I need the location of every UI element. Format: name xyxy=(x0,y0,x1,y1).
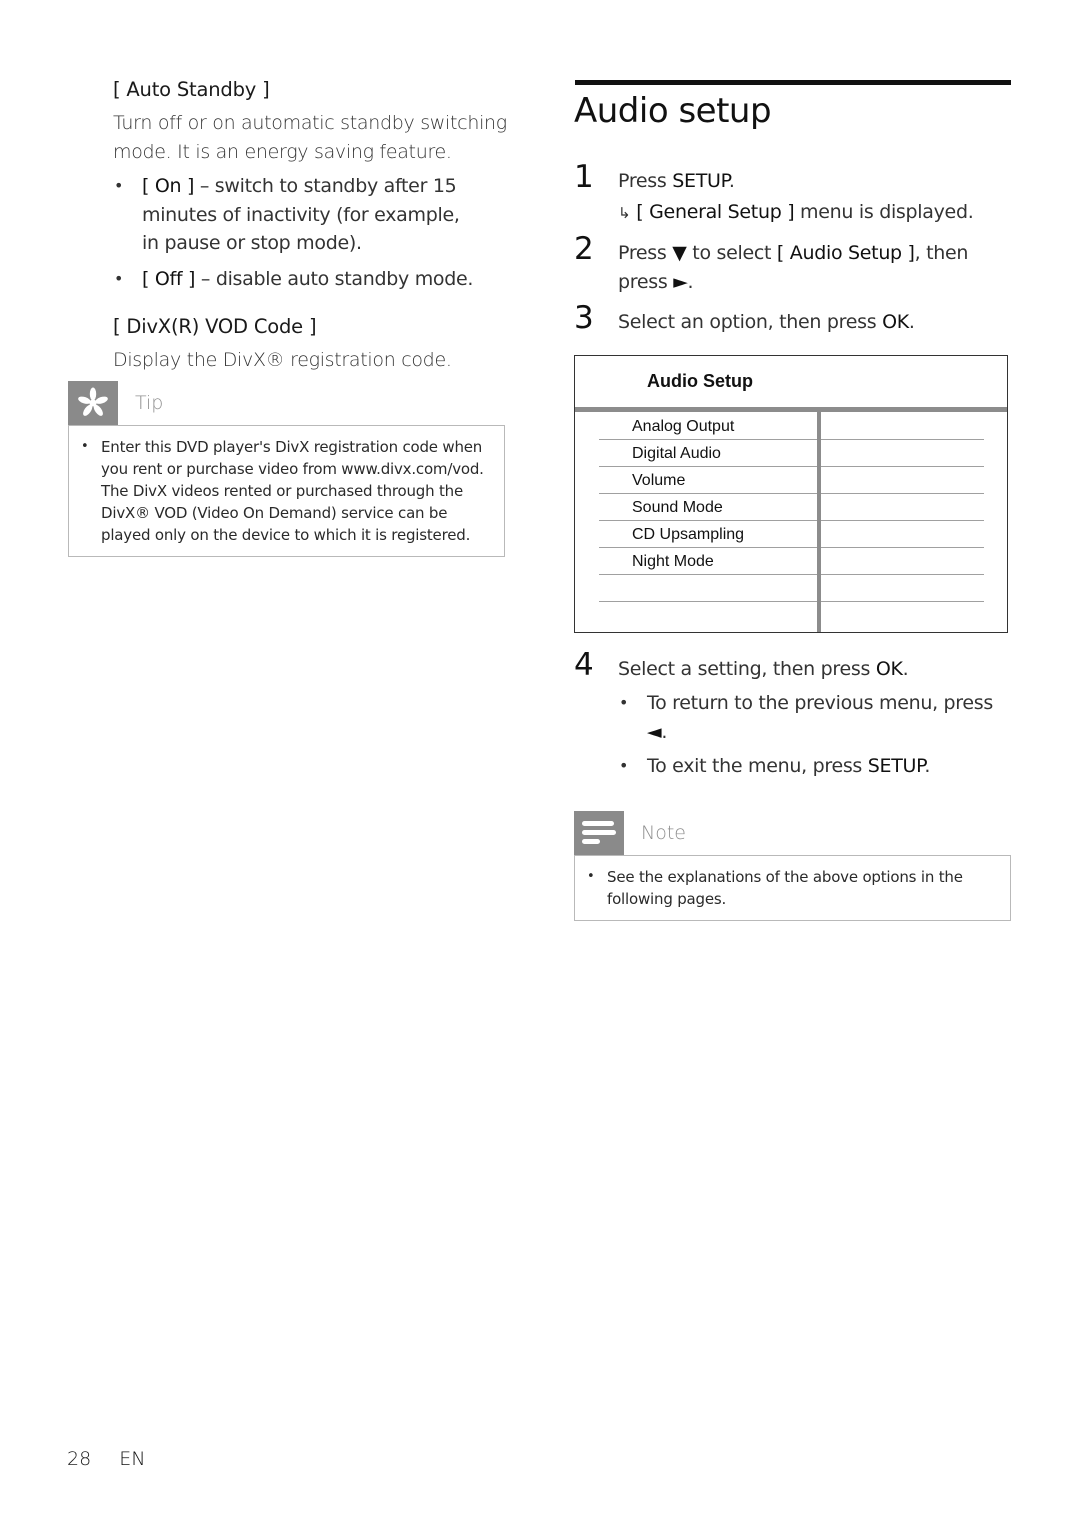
step-1: 1 Press SETUP. ↳ [ General Setup ] menu i… xyxy=(574,162,1012,228)
menu-item-sound-mode[interactable]: Sound Mode xyxy=(599,493,817,521)
option-on: [ On ] – switch to standby after 15 minu… xyxy=(113,172,482,258)
bullet-text: To return to the previous menu, press xyxy=(647,692,993,714)
menu-value-row xyxy=(821,574,984,602)
menu-item-label: Analog Output xyxy=(632,417,735,435)
step-number: 4 xyxy=(574,646,594,683)
step-number: 1 xyxy=(574,159,594,195)
note-callout: Note See the explanations of the above o… xyxy=(574,810,1011,921)
menu-item-label: Volume xyxy=(632,471,686,489)
menu-title: Audio Setup xyxy=(647,370,753,391)
step-number: 2 xyxy=(574,231,594,267)
language-code: EN xyxy=(119,1448,146,1470)
divx-vod-section: [ DivX(R) VOD Code ] Display the DivX® r… xyxy=(68,315,508,375)
auto-standby-options: [ On ] – switch to standby after 15 minu… xyxy=(68,172,508,293)
result-key: [ General Setup ] xyxy=(636,200,795,223)
step-text-end: . xyxy=(687,270,694,293)
step-text: Select an option, then press xyxy=(618,311,883,333)
step-text: Select a setting, then press xyxy=(618,657,876,680)
tip-callout: Tip Enter this DVD player's DivX registr… xyxy=(68,380,505,557)
section-rule xyxy=(575,80,1011,85)
menu-item-label: CD Upsampling xyxy=(632,525,745,543)
menu-value-row xyxy=(821,547,984,575)
exit-instruction: To exit the menu, press SETUP. xyxy=(618,752,1012,781)
menu-value-row xyxy=(821,466,984,494)
option-title-auto-standby: [ Auto Standby ] xyxy=(113,78,270,101)
arrow-left-icon: ◄ xyxy=(647,720,662,743)
menu-item-analog-output[interactable]: Analog Output xyxy=(599,412,817,440)
tip-header: Tip xyxy=(68,380,505,425)
option-description-divx-vod: Display the DivX® registration code. xyxy=(113,349,452,371)
option-key: [ Off ] xyxy=(142,267,196,290)
step-text-end: . xyxy=(908,311,915,333)
menu-item-volume[interactable]: Volume xyxy=(599,466,817,494)
menu-value-row xyxy=(821,520,984,548)
menu-header: Audio Setup xyxy=(575,356,1007,412)
step-number: 3 xyxy=(574,300,594,336)
step-text: Press xyxy=(618,170,673,192)
step-text-end: . xyxy=(728,170,735,192)
bullet-text-end: . xyxy=(661,720,668,743)
menu-item-label: Night Mode xyxy=(632,552,714,570)
bullet-text-end: . xyxy=(924,755,931,777)
page-footer: 28 EN xyxy=(67,1448,173,1470)
tip-item: Enter this DVD player's DivX registratio… xyxy=(79,436,492,546)
option-title-divx-vod: [ DivX(R) VOD Code ] xyxy=(113,315,317,338)
note-header: Note xyxy=(574,810,1011,855)
arrow-down-icon: ▼ xyxy=(672,242,687,264)
menu-value-row xyxy=(821,493,984,521)
note-item: See the explanations of the above option… xyxy=(585,866,967,910)
note-label: Note xyxy=(641,821,686,844)
step-result: ↳ [ General Setup ] menu is displayed. xyxy=(618,198,1012,228)
tip-label: Tip xyxy=(135,391,164,414)
tip-body: Enter this DVD player's DivX registratio… xyxy=(68,424,505,557)
setup-key: SETUP xyxy=(867,755,925,777)
audio-setup-menu: Audio Setup Analog Output Digital Audio … xyxy=(574,354,1008,633)
note-body: See the explanations of the above option… xyxy=(574,854,1011,921)
auto-standby-section: [ Auto Standby ] Turn off or on automati… xyxy=(68,78,508,293)
step-2: 2 Press ▼ to select [ Audio Setup ], the… xyxy=(574,234,998,296)
option-off: [ Off ] – disable auto standby mode. xyxy=(113,265,508,294)
audio-setup-key: [ Audio Setup ] xyxy=(776,242,915,264)
option-description-auto-standby: Turn off or on automatic standby switchi… xyxy=(113,112,507,163)
ok-key: OK xyxy=(882,311,909,333)
result-text: menu is displayed. xyxy=(794,200,974,223)
menu-item-label: Digital Audio xyxy=(632,444,721,462)
bullet-text: To exit the menu, press xyxy=(647,755,868,777)
option-text: – disable auto standby mode. xyxy=(195,267,474,290)
arrow-right-icon: ► xyxy=(673,270,688,293)
setup-key: SETUP xyxy=(672,170,729,192)
step-text-end: . xyxy=(902,657,909,680)
right-column: Audio setup 1 Press SETUP. ↳ [ General Se… xyxy=(574,80,1012,921)
step-4-bullets: To return to the previous menu, press ◄.… xyxy=(618,689,1012,781)
menu-value-row xyxy=(821,412,984,440)
left-column: [ Auto Standby ] Turn off or on automati… xyxy=(68,78,508,557)
menu-item-digital-audio[interactable]: Digital Audio xyxy=(599,439,817,467)
asterisk-icon xyxy=(68,380,118,425)
step-4: 4 Select a setting, then press OK. To re… xyxy=(574,649,1012,781)
menu-item-label: Sound Mode xyxy=(632,498,723,516)
return-instruction: To return to the previous menu, press ◄. xyxy=(618,689,1007,746)
section-title: Audio setup xyxy=(574,91,772,131)
menu-body: Analog Output Digital Audio Volume Sound… xyxy=(575,411,1007,632)
option-key: [ On ] xyxy=(142,175,195,197)
step-text: Press xyxy=(618,242,673,264)
menu-item-empty xyxy=(599,574,817,602)
step-3: 3 Select an option, then press OK. xyxy=(574,303,1012,337)
ok-key: OK xyxy=(875,657,903,680)
page-number: 28 xyxy=(67,1448,92,1470)
menu-item-cd-upsampling[interactable]: CD Upsampling xyxy=(599,520,817,548)
result-arrow-icon: ↳ xyxy=(618,203,631,222)
step-text-mid: to select xyxy=(686,242,777,264)
menu-item-night-mode[interactable]: Night Mode xyxy=(599,547,817,575)
note-lines-icon xyxy=(574,810,624,855)
menu-value-row xyxy=(821,439,984,467)
